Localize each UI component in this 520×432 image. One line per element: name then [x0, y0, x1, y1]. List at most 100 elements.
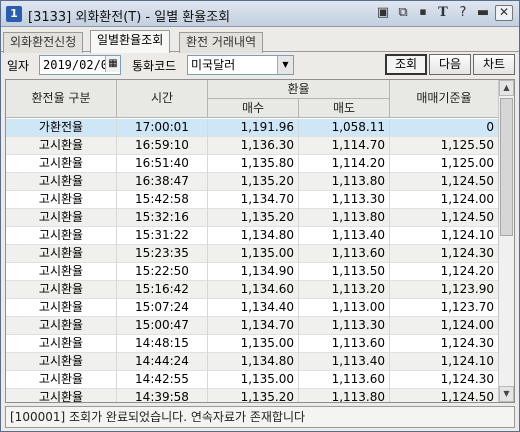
tab-daily-rate[interactable]: 일별환율조회	[90, 30, 171, 53]
search-button[interactable]: 조회	[385, 54, 427, 75]
window-title: [3133] 외화환전(T) - 일별 환율조회	[28, 10, 231, 25]
table-row[interactable]: 고시환율 14:42:55 1,135.00 1,113.60 1,124.30	[6, 371, 499, 389]
cell-rate-type: 가환전율	[6, 119, 117, 137]
cell-base-rate: 1,124.30	[390, 245, 499, 263]
cell-rate-type: 고시환율	[6, 353, 117, 371]
cell-buy: 1,134.70	[208, 317, 299, 335]
table-row[interactable]: 고시환율 15:23:35 1,135.00 1,113.60 1,124.30	[6, 245, 499, 263]
table-row[interactable]: 고시환율 15:42:58 1,134.70 1,113.30 1,124.00	[6, 191, 499, 209]
table-row[interactable]: 고시환율 16:38:47 1,135.20 1,113.80 1,124.50	[6, 173, 499, 191]
cell-sell: 1,113.00	[299, 299, 390, 317]
cell-buy: 1,135.00	[208, 245, 299, 263]
cell-base-rate: 1,124.50	[390, 389, 499, 402]
cell-buy: 1,134.80	[208, 227, 299, 245]
cell-time: 16:59:10	[117, 137, 208, 155]
cell-rate-type: 고시환율	[6, 299, 117, 317]
title-icons: ▣ ⧉ ⏹ T ? ▬ ✕	[375, 5, 513, 21]
chevron-down-icon[interactable]: ▼	[277, 56, 293, 74]
cell-time: 15:42:58	[117, 191, 208, 209]
table-row[interactable]: 고시환율 15:32:16 1,135.20 1,113.80 1,124.50	[6, 209, 499, 227]
next-button[interactable]: 다음	[429, 54, 471, 75]
cell-time: 16:51:40	[117, 155, 208, 173]
cell-sell: 1,113.40	[299, 227, 390, 245]
table-row[interactable]: 고시환율 15:31:22 1,134.80 1,113.40 1,124.10	[6, 227, 499, 245]
cell-time: 15:07:24	[117, 299, 208, 317]
chart-button[interactable]: 차트	[473, 54, 515, 75]
header-rate-type[interactable]: 환전율 구분	[6, 80, 117, 118]
cell-buy: 1,134.70	[208, 191, 299, 209]
cell-buy: 1,135.80	[208, 155, 299, 173]
cell-sell: 1,113.80	[299, 389, 390, 402]
scroll-down-icon[interactable]: ▼	[499, 386, 514, 402]
currency-value: 미국달러	[191, 58, 236, 72]
currency-select[interactable]: 미국달러 ▼	[187, 55, 294, 75]
cell-buy: 1,134.60	[208, 281, 299, 299]
cell-time: 15:16:42	[117, 281, 208, 299]
header-base-rate[interactable]: 매매기준율	[390, 80, 499, 118]
cell-rate-type: 고시환율	[6, 281, 117, 299]
cell-buy: 1,135.20	[208, 173, 299, 191]
cell-rate-type: 고시환율	[6, 245, 117, 263]
cell-base-rate: 1,124.00	[390, 317, 499, 335]
table-row[interactable]: 고시환율 16:51:40 1,135.80 1,114.20 1,125.00	[6, 155, 499, 173]
header-sell[interactable]: 매도	[299, 99, 390, 118]
cell-base-rate: 0	[390, 119, 499, 137]
pin-icon[interactable]: ⏹	[415, 5, 431, 21]
table-row[interactable]: 고시환율 15:22:50 1,134.90 1,113.50 1,124.20	[6, 263, 499, 281]
tab-exchange-history[interactable]: 환전 거래내역	[179, 32, 264, 53]
help-icon[interactable]: ?	[455, 5, 471, 21]
table-row[interactable]: 가환전율 17:00:01 1,191.96 1,058.11 0	[6, 119, 499, 137]
cell-time: 15:00:47	[117, 317, 208, 335]
cell-rate-type: 고시환율	[6, 317, 117, 335]
title-bar[interactable]: 1 [3133] 외화환전(T) - 일별 환율조회 ▣ ⧉ ⏹ T ? ▬ ✕	[1, 1, 519, 27]
cell-sell: 1,113.30	[299, 317, 390, 335]
cell-time: 17:00:01	[117, 119, 208, 137]
cell-rate-type: 고시환율	[6, 227, 117, 245]
cell-sell: 1,113.20	[299, 281, 390, 299]
cell-buy: 1,134.80	[208, 353, 299, 371]
restore-layout-icon[interactable]: ▣	[375, 5, 391, 21]
cell-time: 14:42:55	[117, 371, 208, 389]
vertical-scrollbar[interactable]: ▲ ▼	[498, 80, 514, 402]
cell-base-rate: 1,123.70	[390, 299, 499, 317]
table-row[interactable]: 고시환율 14:44:24 1,134.80 1,113.40 1,124.10	[6, 353, 499, 371]
cell-time: 14:44:24	[117, 353, 208, 371]
calendar-icon[interactable]: ▦	[105, 56, 120, 72]
scroll-up-icon[interactable]: ▲	[499, 80, 514, 96]
cell-base-rate: 1,124.10	[390, 353, 499, 371]
cell-sell: 1,113.30	[299, 191, 390, 209]
cell-base-rate: 1,125.50	[390, 137, 499, 155]
cell-base-rate: 1,124.50	[390, 173, 499, 191]
cell-buy: 1,136.30	[208, 137, 299, 155]
cell-rate-type: 고시환율	[6, 263, 117, 281]
minimize-icon[interactable]: ▬	[475, 5, 491, 21]
table-row[interactable]: 고시환율 15:00:47 1,134.70 1,113.30 1,124.00	[6, 317, 499, 335]
date-label: 일자	[7, 59, 30, 73]
close-icon[interactable]: ✕	[495, 5, 513, 21]
currency-label: 통화코드	[132, 59, 177, 73]
cell-base-rate: 1,124.20	[390, 263, 499, 281]
table-row[interactable]: 고시환율 14:48:15 1,135.00 1,113.60 1,124.30	[6, 335, 499, 353]
cell-rate-type: 고시환율	[6, 173, 117, 191]
table-row[interactable]: 고시환율 15:07:24 1,134.40 1,113.00 1,123.70	[6, 299, 499, 317]
cell-base-rate: 1,123.90	[390, 281, 499, 299]
table-row[interactable]: 고시환율 14:39:58 1,135.20 1,113.80 1,124.50	[6, 389, 499, 402]
filter-bar: 일자 2019/02/07 ▦ 통화코드 미국달러 ▼ 조회 다음 차트	[1, 53, 519, 77]
tab-bar: 외화환전신청 일별환율조회 환전 거래내역	[1, 28, 519, 53]
cell-sell: 1,113.80	[299, 173, 390, 191]
table-row[interactable]: 고시환율 16:59:10 1,136.30 1,114.70 1,125.50	[6, 137, 499, 155]
header-time[interactable]: 시간	[117, 80, 208, 118]
cell-buy: 1,135.00	[208, 371, 299, 389]
cell-rate-type: 고시환율	[6, 389, 117, 402]
cell-sell: 1,114.70	[299, 137, 390, 155]
scroll-thumb[interactable]	[500, 98, 513, 236]
copy-window-icon[interactable]: ⧉	[395, 5, 411, 21]
header-buy[interactable]: 매수	[208, 99, 299, 118]
cell-base-rate: 1,125.00	[390, 155, 499, 173]
table-row[interactable]: 고시환율 15:16:42 1,134.60 1,113.20 1,123.90	[6, 281, 499, 299]
cell-sell: 1,058.11	[299, 119, 390, 137]
cell-base-rate: 1,124.50	[390, 209, 499, 227]
tab-exchange-request[interactable]: 외화환전신청	[3, 32, 84, 53]
font-size-icon[interactable]: T	[435, 5, 451, 21]
cell-sell: 1,113.80	[299, 209, 390, 227]
